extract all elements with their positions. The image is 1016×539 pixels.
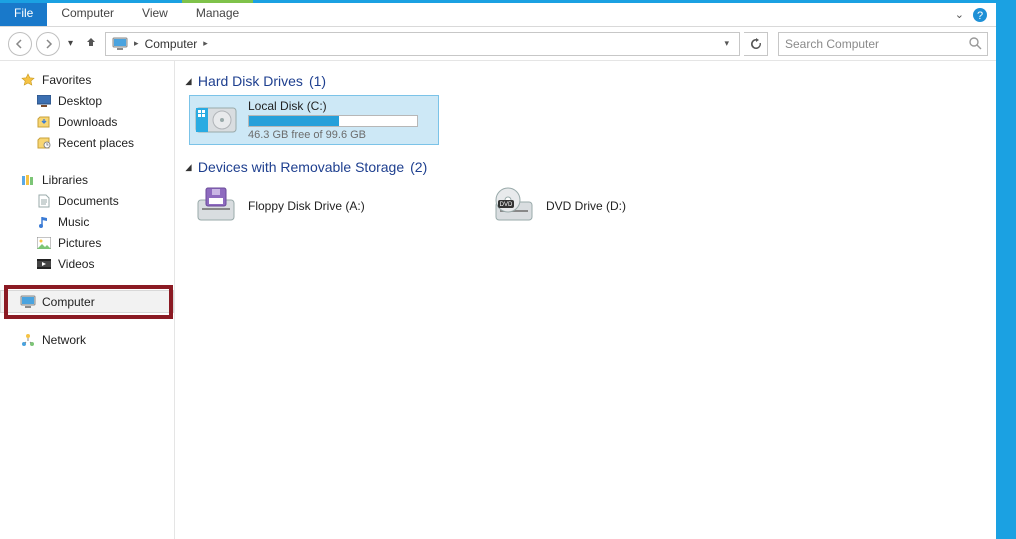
- section-removable-header[interactable]: ◢ Devices with Removable Storage (2): [185, 159, 986, 175]
- nav-label: Favorites: [42, 73, 91, 87]
- nav-label: Libraries: [42, 173, 88, 187]
- music-icon: [36, 214, 52, 230]
- collapse-icon: ◢: [185, 76, 191, 87]
- videos-icon: [36, 256, 52, 272]
- nav-libraries[interactable]: Libraries: [0, 169, 174, 190]
- chevron-right-icon: ▸: [201, 38, 210, 49]
- up-button[interactable]: [81, 36, 101, 51]
- ribbon-file-tab[interactable]: File: [0, 3, 47, 26]
- ribbon-tab-manage[interactable]: Manage: [182, 3, 253, 26]
- recent-locations-button[interactable]: ▾: [64, 38, 77, 49]
- drive-floppy-a[interactable]: Floppy Disk Drive (A:): [189, 181, 439, 231]
- computer-icon: [20, 294, 36, 310]
- forward-button[interactable]: [36, 32, 60, 56]
- nav-label: Computer: [42, 295, 95, 309]
- explorer-window: File Computer View Manage ⌄ ? ▾: [0, 0, 996, 539]
- navigation-bar: ▾ ▸ Computer ▸ ▾: [0, 27, 996, 61]
- address-bar[interactable]: ▸ Computer ▸ ▾: [105, 32, 740, 56]
- nav-computer[interactable]: Computer: [0, 290, 174, 313]
- ribbon-collapse-icon[interactable]: ⌄: [955, 8, 964, 21]
- svg-text:?: ?: [977, 10, 983, 22]
- navigation-pane: Favorites Desktop Downloads: [0, 61, 175, 539]
- nav-label: Network: [42, 333, 86, 347]
- star-icon: [20, 72, 36, 88]
- computer-icon: [112, 36, 128, 52]
- nav-downloads[interactable]: Downloads: [0, 111, 174, 132]
- section-count: (1): [309, 73, 326, 89]
- content-pane: ◢ Hard Disk Drives (1): [175, 61, 996, 539]
- ribbon: File Computer View Manage ⌄ ?: [0, 3, 996, 27]
- help-icon[interactable]: ?: [972, 7, 988, 23]
- drive-name: Local Disk (C:): [248, 99, 434, 113]
- pictures-icon: [36, 235, 52, 251]
- desktop-icon: [36, 93, 52, 109]
- section-count: (2): [410, 159, 427, 175]
- section-hdd-header[interactable]: ◢ Hard Disk Drives (1): [185, 73, 986, 89]
- ribbon-tab-view[interactable]: View: [128, 3, 182, 26]
- refresh-button[interactable]: [744, 32, 768, 56]
- drive-free-text: 46.3 GB free of 99.6 GB: [248, 129, 434, 141]
- nav-music[interactable]: Music: [0, 211, 174, 232]
- documents-icon: [36, 193, 52, 209]
- nav-desktop[interactable]: Desktop: [0, 90, 174, 111]
- downloads-icon: [36, 114, 52, 130]
- libraries-icon: [20, 172, 36, 188]
- breadcrumb-root[interactable]: ▸ Computer ▸: [110, 36, 212, 52]
- recent-icon: [36, 135, 52, 151]
- nav-pictures[interactable]: Pictures: [0, 232, 174, 253]
- back-button[interactable]: [8, 32, 32, 56]
- dvd-drive-icon: DVD: [492, 184, 536, 228]
- section-title: Hard Disk Drives: [198, 73, 303, 89]
- drive-dvd-d[interactable]: DVD DVD Drive (D:): [487, 181, 737, 231]
- hdd-icon: [194, 98, 238, 142]
- breadcrumb-label: Computer: [145, 37, 198, 51]
- nav-recent-places[interactable]: Recent places: [0, 132, 174, 153]
- ribbon-tab-computer[interactable]: Computer: [47, 3, 128, 26]
- collapse-icon: ◢: [185, 162, 191, 173]
- nav-label: Desktop: [58, 94, 102, 108]
- floppy-drive-icon: [194, 184, 238, 228]
- chevron-right-icon: ▸: [132, 38, 141, 49]
- svg-text:DVD: DVD: [500, 202, 513, 208]
- drive-name: Floppy Disk Drive (A:): [248, 199, 434, 213]
- capacity-bar: [248, 115, 418, 127]
- network-icon: [20, 332, 36, 348]
- nav-label: Downloads: [58, 115, 117, 129]
- nav-documents[interactable]: Documents: [0, 190, 174, 211]
- nav-label: Documents: [58, 194, 119, 208]
- address-dropdown-icon[interactable]: ▾: [718, 38, 735, 49]
- nav-label: Pictures: [58, 236, 101, 250]
- drive-name: DVD Drive (D:): [546, 199, 732, 213]
- section-title: Devices with Removable Storage: [198, 159, 404, 175]
- body: Favorites Desktop Downloads: [0, 61, 996, 539]
- drive-local-disk-c[interactable]: Local Disk (C:) 46.3 GB free of 99.6 GB: [189, 95, 439, 145]
- nav-label: Music: [58, 215, 89, 229]
- nav-label: Recent places: [58, 136, 134, 150]
- search-icon: [963, 37, 987, 50]
- nav-favorites[interactable]: Favorites: [0, 69, 174, 90]
- search-box[interactable]: [778, 32, 988, 56]
- nav-videos[interactable]: Videos: [0, 253, 174, 274]
- nav-network[interactable]: Network: [0, 329, 174, 350]
- search-input[interactable]: [779, 37, 963, 51]
- nav-label: Videos: [58, 257, 94, 271]
